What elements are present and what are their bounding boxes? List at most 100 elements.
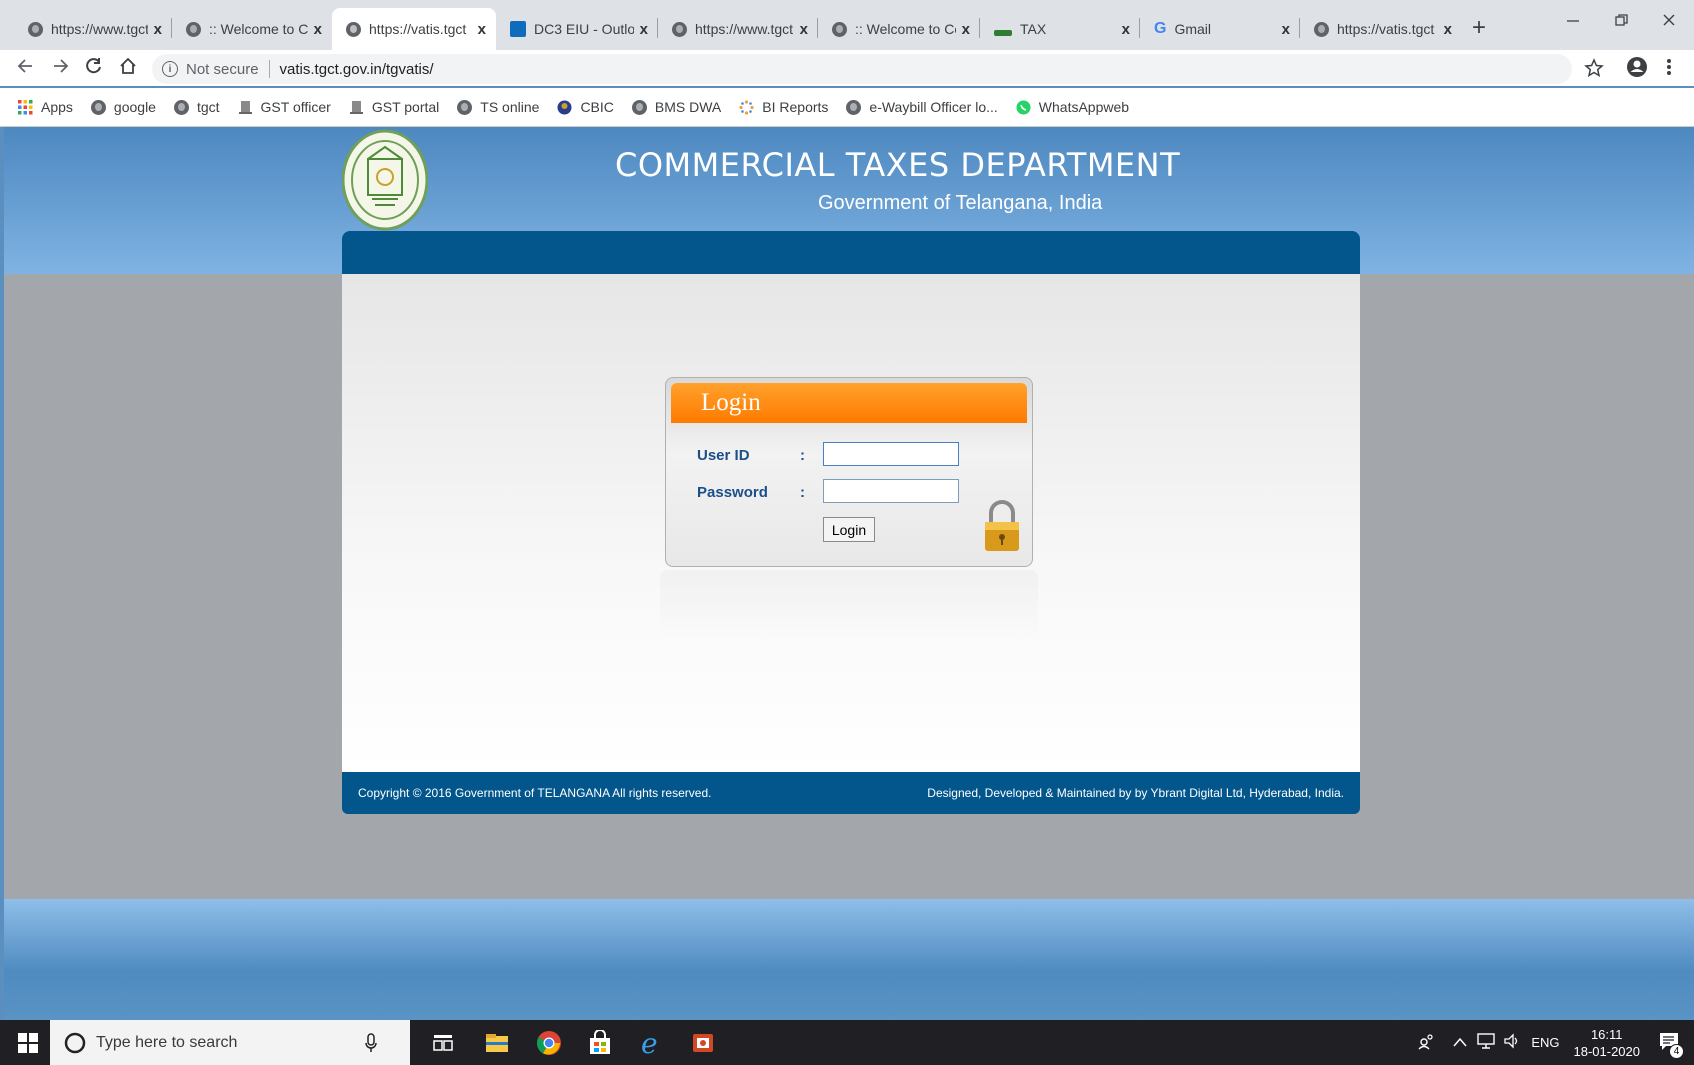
bookmark-e-waybill[interactable]: e-Waybill Officer lo... [846, 99, 998, 115]
password-label: Password [697, 484, 768, 501]
bookmark-label: google [113, 99, 156, 115]
address-bar[interactable]: i Not secure vatis.tgct.gov.in/tgvatis/ [152, 54, 1572, 84]
bookmark-label: BI Reports [762, 99, 829, 115]
close-tab-icon[interactable]: x [1276, 21, 1290, 38]
forward-icon[interactable] [50, 56, 70, 82]
file-explorer-icon[interactable] [484, 1030, 510, 1056]
bookmark-label: BMS DWA [654, 99, 722, 115]
tab-title: :: Welcome to Co [855, 21, 956, 37]
window-close-icon[interactable] [1661, 12, 1677, 33]
info-icon[interactable]: i [162, 61, 178, 77]
globe-icon [186, 21, 201, 37]
browser-tab[interactable]: :: Welcome to Co x [818, 8, 980, 50]
system-tray: ENG 16:11 18-01-2020 4 [1417, 1020, 1694, 1065]
url-text[interactable]: vatis.tgct.gov.in/tgvatis/ [280, 61, 434, 78]
store-icon[interactable] [587, 1029, 613, 1056]
browser-tab[interactable]: DC3 EIU - Outlo x [496, 8, 658, 50]
reload-icon[interactable] [84, 56, 104, 82]
new-tab-button[interactable]: + [1472, 14, 1486, 42]
browser-tab[interactable]: TAX x [980, 8, 1140, 50]
password-input[interactable] [823, 479, 959, 503]
bookmark-bms-dwa[interactable]: BMS DWA [631, 99, 722, 115]
bookmark-apps[interactable]: Apps [18, 99, 73, 115]
network-icon[interactable] [1477, 1033, 1496, 1052]
google-g-icon: G [1154, 20, 1167, 37]
globe-icon [28, 21, 43, 37]
globe-icon [1314, 21, 1329, 37]
close-tab-icon[interactable]: x [148, 21, 162, 38]
userid-input[interactable] [823, 442, 959, 466]
bookmark-gst-officer[interactable]: GST officer [238, 99, 331, 115]
apps-grid-icon [18, 99, 33, 114]
browser-tab[interactable]: G Gmail x [1140, 8, 1300, 50]
userid-label: User ID [697, 447, 750, 464]
bookmark-tgct[interactable]: tgct [173, 99, 220, 115]
close-tab-icon[interactable]: x [472, 21, 486, 38]
browser-tab[interactable]: https://vatis.tgct x [1300, 8, 1462, 50]
star-icon[interactable] [1584, 58, 1604, 83]
colon: : [800, 484, 805, 501]
people-icon[interactable] [1417, 1032, 1435, 1054]
globe-icon [672, 21, 687, 37]
close-tab-icon[interactable]: x [1116, 21, 1130, 38]
outlook-icon [510, 21, 526, 37]
bookmark-cbic[interactable]: CBIC [557, 99, 614, 115]
bookmark-label: WhatsAppweb [1038, 99, 1130, 115]
globe-icon [346, 21, 361, 37]
login-box: Login User ID : Password : Login [665, 377, 1033, 567]
globe-icon [846, 99, 862, 115]
tab-title: Gmail [1174, 21, 1212, 37]
chevron-up-icon[interactable] [1453, 1035, 1467, 1050]
home-icon[interactable] [118, 56, 138, 82]
browser-tab[interactable]: https://www.tgct x [658, 8, 818, 50]
login-box-reflection [660, 570, 1038, 640]
clock-time: 16:11 [1590, 1026, 1623, 1042]
notification-center-icon[interactable]: 4 [1658, 1030, 1684, 1059]
tab-title: DC3 EIU - Outlo [534, 21, 634, 37]
back-icon[interactable] [16, 56, 36, 82]
bookmarks-bar: Apps google tgct GST officer GST portal … [0, 88, 1694, 127]
bookmark-label: GST portal [371, 99, 440, 115]
globe-icon [173, 99, 189, 115]
green-bar-icon [994, 30, 1012, 36]
tab-title: https://www.tgct [51, 21, 148, 37]
padlock-icon [985, 500, 1019, 551]
volume-icon[interactable] [1503, 1033, 1521, 1052]
bookmark-label: tgct [196, 99, 220, 115]
profile-icon[interactable] [1626, 56, 1648, 83]
cbic-icon [557, 100, 572, 114]
microphone-icon[interactable] [364, 1032, 378, 1053]
chrome-icon[interactable] [536, 1030, 562, 1056]
close-tab-icon[interactable]: x [1438, 21, 1452, 38]
presentation-app-icon[interactable] [690, 1030, 716, 1056]
bookmark-gst-portal[interactable]: GST portal [349, 99, 439, 115]
department-subtitle: Government of Telangana, India [818, 192, 1103, 214]
login-button[interactable]: Login [823, 517, 875, 542]
windows-taskbar: Type here to search e ENG 16:11 18-01-20… [0, 1020, 1694, 1065]
bookmark-ts-online[interactable]: TS online [457, 99, 539, 115]
close-tab-icon[interactable]: x [956, 21, 970, 38]
bookmark-label: Apps [41, 99, 73, 115]
telangana-emblem-icon [342, 129, 428, 231]
bookmark-whatsappweb[interactable]: WhatsAppweb [1016, 99, 1129, 115]
minimize-icon[interactable] [1565, 12, 1581, 33]
close-tab-icon[interactable]: x [634, 21, 648, 38]
globe-icon [90, 99, 106, 115]
windows-start-icon[interactable] [18, 1033, 38, 1058]
bookmark-bi-reports[interactable]: BI Reports [739, 99, 828, 115]
browser-tab-active[interactable]: https://vatis.tgct x [332, 8, 496, 50]
taskbar-search[interactable]: Type here to search [50, 1020, 410, 1065]
clock[interactable]: 16:11 18-01-2020 [1574, 1026, 1641, 1060]
internet-explorer-icon[interactable]: e [639, 1027, 665, 1060]
task-view-icon[interactable] [430, 1030, 456, 1056]
browser-tab[interactable]: https://www.tgct x [14, 8, 172, 50]
language-indicator[interactable]: ENG [1531, 1035, 1559, 1050]
close-tab-icon[interactable]: x [308, 21, 322, 38]
dots-icon [739, 99, 754, 115]
restore-icon[interactable] [1614, 12, 1630, 33]
close-tab-icon[interactable]: x [794, 21, 808, 38]
menu-kebab-icon[interactable] [1666, 56, 1672, 83]
bookmark-google[interactable]: google [90, 99, 156, 115]
globe-icon [832, 21, 847, 37]
browser-tab[interactable]: :: Welcome to Co x [172, 8, 332, 50]
